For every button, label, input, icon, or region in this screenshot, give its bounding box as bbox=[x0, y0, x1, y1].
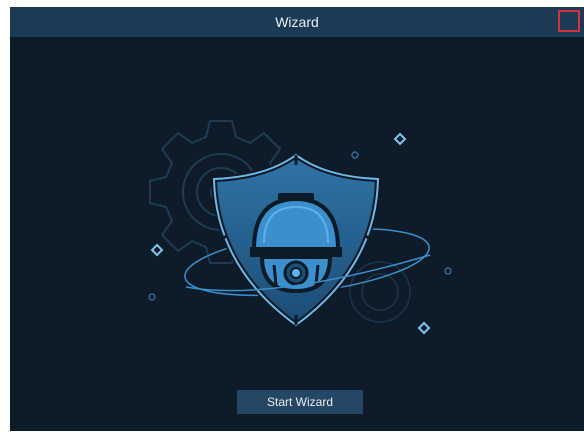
close-button[interactable] bbox=[558, 10, 580, 32]
title-bar: Wizard bbox=[10, 7, 584, 37]
start-wizard-button[interactable]: Start Wizard bbox=[237, 390, 363, 414]
wizard-illustration bbox=[148, 120, 452, 335]
window-title: Wizard bbox=[275, 14, 319, 30]
wizard-window: Wizard Start Wizard bbox=[10, 7, 584, 431]
